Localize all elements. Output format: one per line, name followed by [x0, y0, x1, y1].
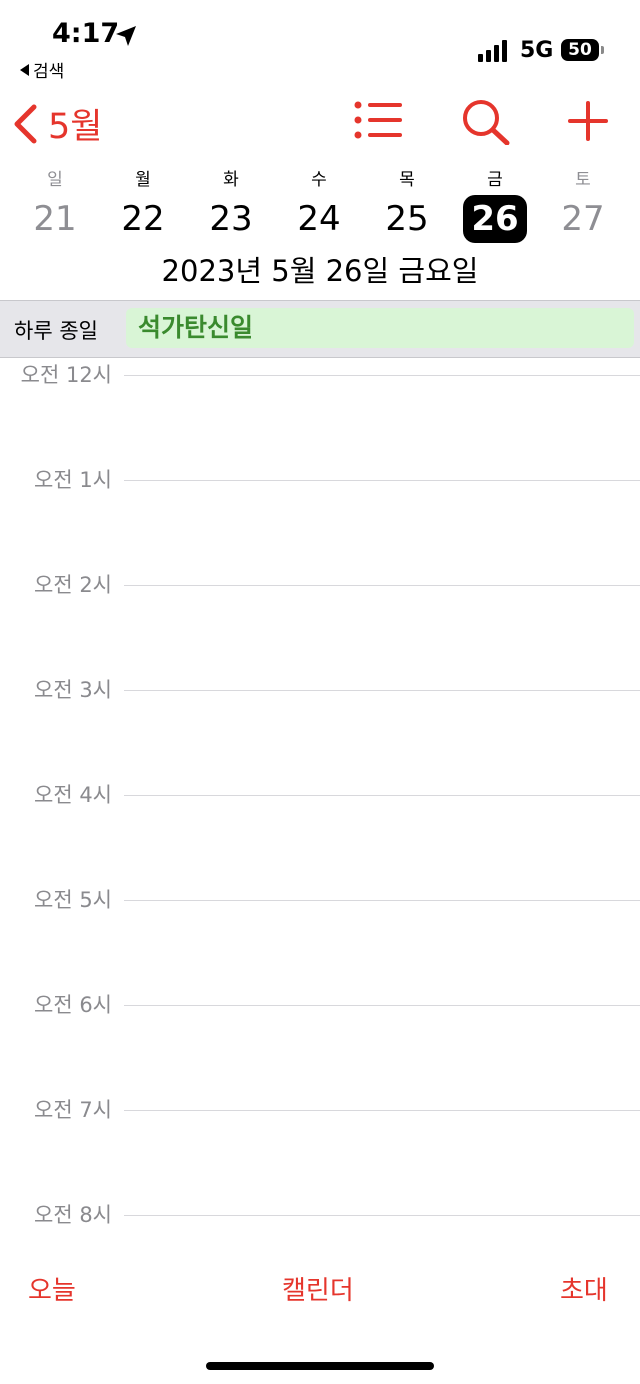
- hour-row[interactable]: 오전 8시: [0, 1200, 640, 1230]
- hour-row[interactable]: 오전 7시: [0, 1095, 640, 1125]
- location-arrow-icon: [116, 26, 136, 46]
- inbox-button[interactable]: 초대: [560, 1270, 608, 1307]
- hour-divider: [124, 585, 640, 586]
- calendar-day-screen: 4:17 검색 5G 50 5월 일 월 화 수 목 금 토 21 22 23 …: [0, 0, 640, 1384]
- battery-cap: [601, 46, 604, 54]
- hour-row[interactable]: 오전 2시: [0, 570, 640, 600]
- month-label: 5월: [48, 107, 103, 147]
- search-icon[interactable]: [462, 99, 510, 145]
- all-day-event[interactable]: 석가탄신일: [126, 308, 634, 348]
- month-back-button[interactable]: 5월: [12, 98, 102, 149]
- hour-row[interactable]: 오전 3시: [0, 675, 640, 705]
- status-time: 4:17: [52, 18, 120, 49]
- home-indicator[interactable]: [206, 1362, 434, 1370]
- back-triangle-icon: [20, 63, 29, 76]
- hour-label: 오전 8시: [34, 1203, 112, 1227]
- day-21[interactable]: 21: [23, 195, 87, 243]
- hour-divider: [124, 480, 640, 481]
- selected-date-label: 2023년 5월 26일 금요일: [161, 254, 479, 288]
- hour-divider: [124, 795, 640, 796]
- hour-label: 오전 1시: [34, 468, 112, 492]
- weekday-wed: 수: [311, 170, 327, 190]
- day-24[interactable]: 24: [287, 195, 351, 243]
- battery-icon: 50: [561, 39, 599, 61]
- all-day-label: 하루 종일: [14, 319, 98, 343]
- weekday-mon: 월: [135, 170, 151, 190]
- day-23[interactable]: 23: [199, 195, 263, 243]
- hour-row[interactable]: 오전 12시: [0, 360, 640, 390]
- hour-divider: [124, 375, 640, 376]
- day-27[interactable]: 27: [551, 195, 615, 243]
- weekday-sun: 일: [47, 170, 63, 190]
- back-to-search-link[interactable]: 검색: [20, 57, 64, 82]
- hour-label: 오전 5시: [34, 888, 112, 912]
- hour-label: 오전 3시: [34, 678, 112, 702]
- hour-label: 오전 2시: [34, 573, 112, 597]
- hour-row[interactable]: 오전 1시: [0, 465, 640, 495]
- battery-level: 50: [568, 40, 592, 60]
- weekday-fri: 금: [487, 170, 503, 190]
- hour-divider: [124, 900, 640, 901]
- hour-row[interactable]: 오전 6시: [0, 990, 640, 1020]
- hour-row[interactable]: 오전 4시: [0, 780, 640, 810]
- cellular-signal-icon: [478, 40, 507, 62]
- day-22[interactable]: 22: [111, 195, 175, 243]
- hour-divider: [124, 1215, 640, 1216]
- day-26-selected[interactable]: 26: [463, 195, 527, 243]
- chevron-left-icon: [14, 104, 37, 143]
- hour-divider: [124, 1110, 640, 1111]
- hour-label: 오전 12시: [20, 363, 112, 387]
- today-button[interactable]: 오늘: [28, 1270, 76, 1307]
- day-25[interactable]: 25: [375, 195, 439, 243]
- add-event-icon[interactable]: [568, 101, 608, 141]
- hour-divider: [124, 1005, 640, 1006]
- hour-label: 오전 4시: [34, 783, 112, 807]
- hour-label: 오전 7시: [34, 1098, 112, 1122]
- hour-label: 오전 6시: [34, 993, 112, 1017]
- calendars-button[interactable]: 캘린더: [282, 1270, 354, 1307]
- list-view-icon[interactable]: [354, 101, 404, 139]
- weekday-sat: 토: [575, 170, 591, 190]
- hour-divider: [124, 690, 640, 691]
- weekday-tue: 화: [223, 170, 239, 190]
- all-day-section: 하루 종일 석가탄신일: [0, 300, 640, 358]
- network-type: 5G: [520, 38, 554, 63]
- back-to-search-label: 검색: [33, 62, 65, 82]
- weekday-thu: 목: [399, 170, 415, 190]
- hour-row[interactable]: 오전 5시: [0, 885, 640, 915]
